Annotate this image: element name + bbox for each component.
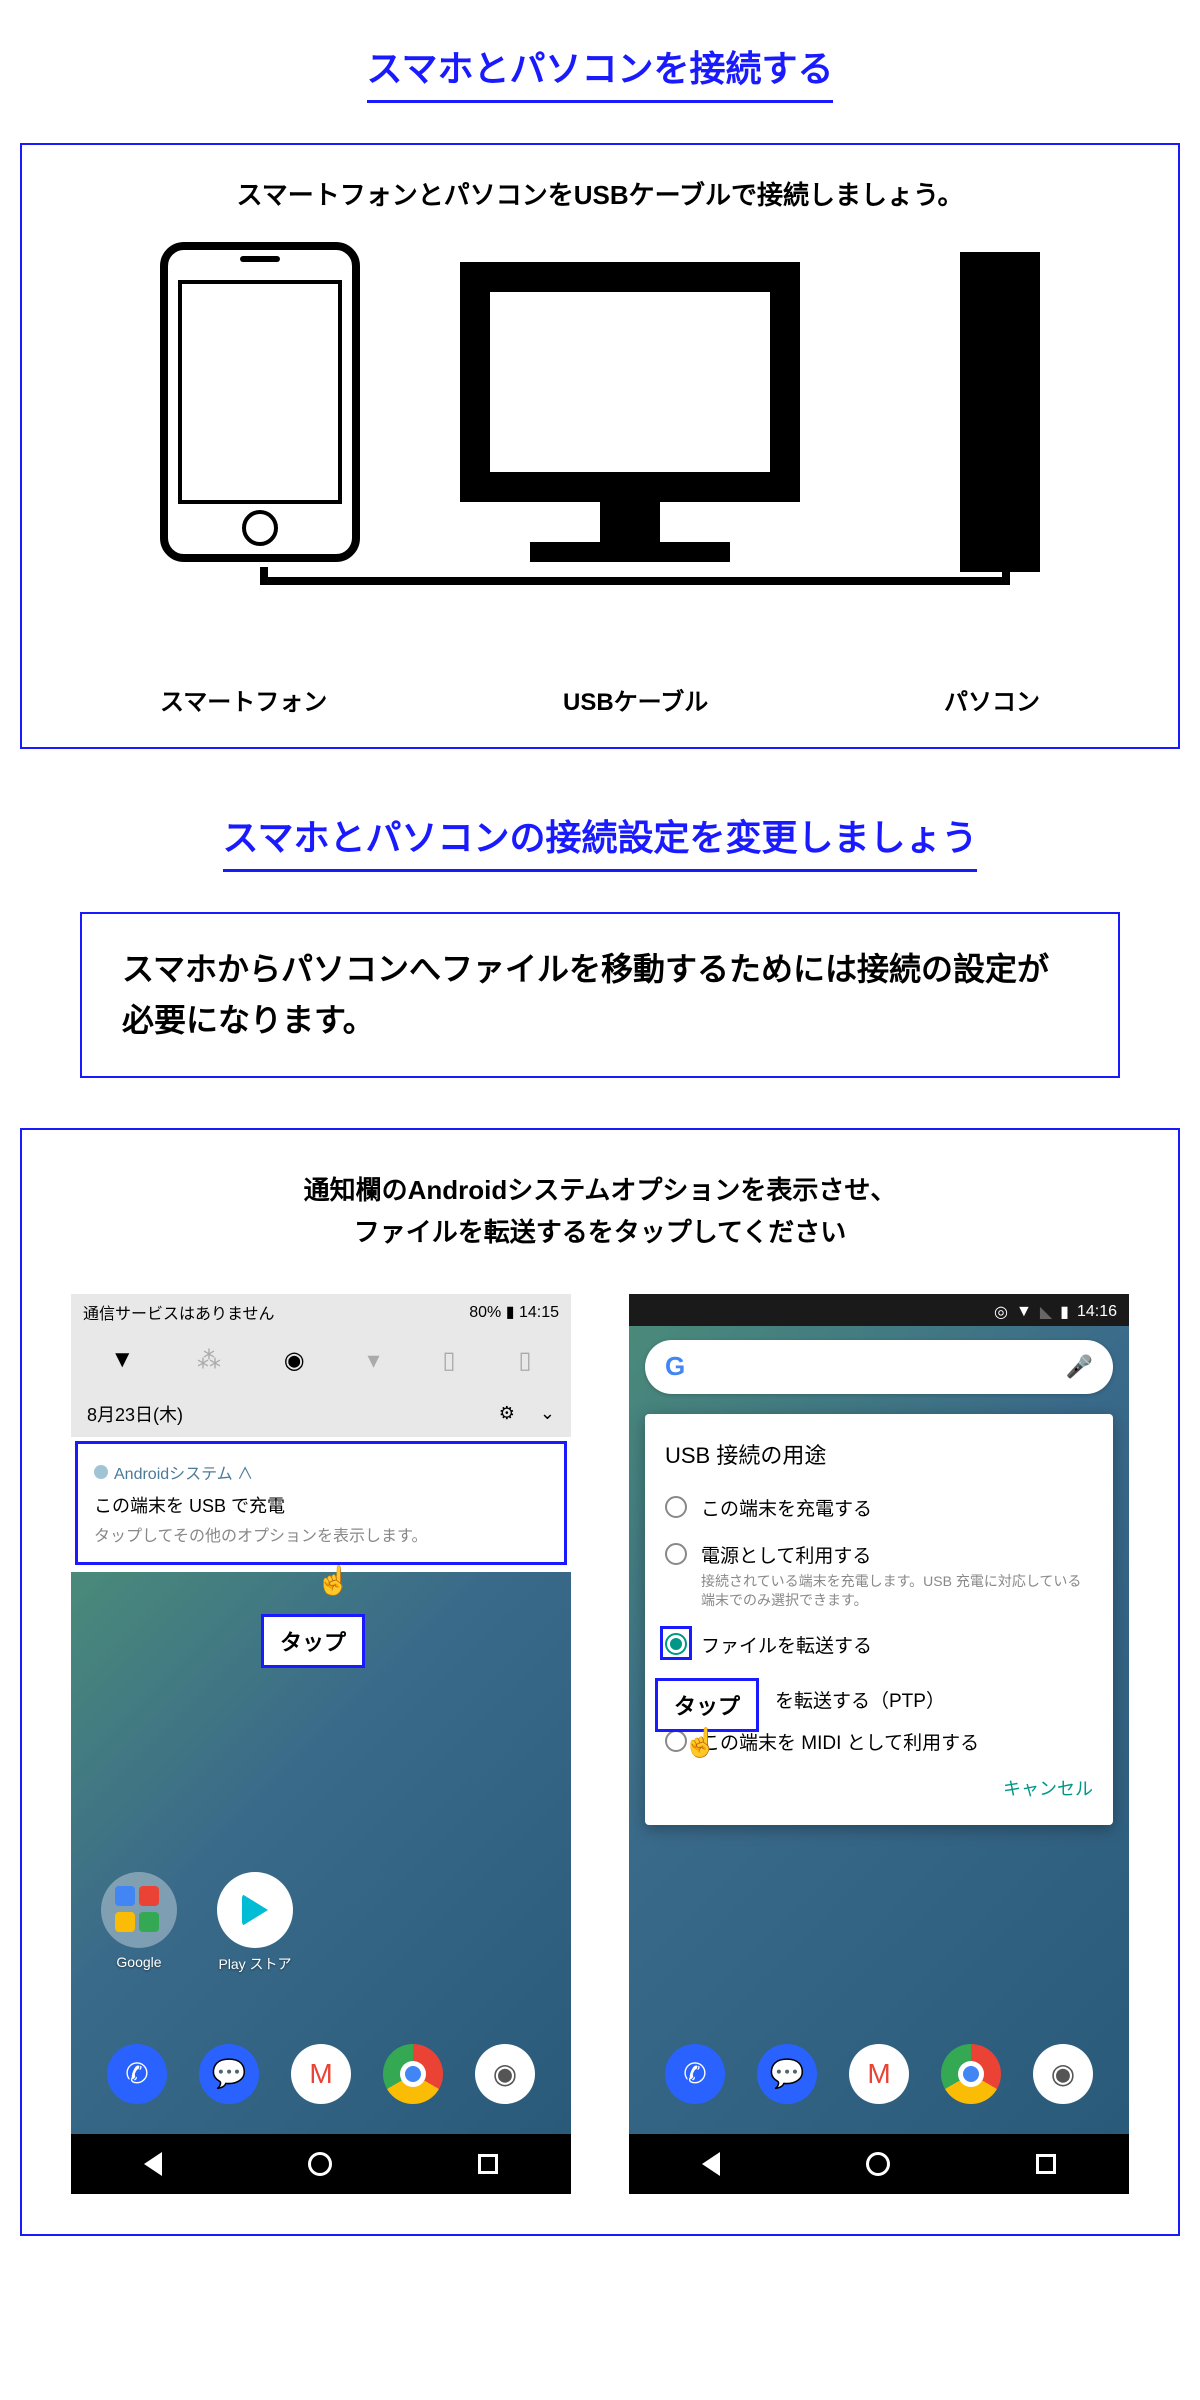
quick-settings[interactable]: ▼ ⁂ ◉ ▾ ▯ ▯ bbox=[71, 1330, 571, 1391]
battery-saver-icon[interactable]: ▯ bbox=[518, 1346, 531, 1375]
flashlight-icon[interactable]: ▾ bbox=[368, 1346, 380, 1375]
signal-icon: ◣ bbox=[1040, 1302, 1052, 1322]
radio-power-supply[interactable]: 電源として利用する 接続されている端末を充電します。USB 充電に対応している端… bbox=[665, 1541, 1093, 1611]
recents-button[interactable] bbox=[478, 2154, 498, 2174]
status-bar: 通信サービスはありません 80% ▮ 14:15 bbox=[71, 1294, 571, 1330]
notification-subtitle: タップしてその他のオプションを表示します。 bbox=[94, 1522, 548, 1546]
camera-app-icon-2[interactable]: ◉ bbox=[1033, 2044, 1093, 2104]
cursor-icon: ☝ bbox=[316, 1564, 351, 1597]
chrome-app-icon[interactable] bbox=[383, 2044, 443, 2104]
radio-file-transfer[interactable]: ファイルを転送する bbox=[665, 1631, 1093, 1658]
google-search-bar[interactable]: G 🎤 bbox=[645, 1340, 1113, 1394]
google-logo: G bbox=[665, 1351, 685, 1382]
android-icon bbox=[94, 1465, 108, 1479]
wifi-status-icon: ▼ bbox=[1016, 1303, 1032, 1321]
play-store-icon[interactable] bbox=[217, 1872, 293, 1948]
phone-screenshot-2: ◎ ▼ ◣ ▮ 14:16 G 🎤 USB 接続の用途 この端末を充電する bbox=[629, 1294, 1129, 2194]
phones-box: 通知欄のAndroidシステムオプションを表示させ、 ファイルを転送するをタップ… bbox=[20, 1128, 1180, 2235]
section1-box: スマートフォンとパソコンをUSBケーブルで接続しましょう。 スマートフォン US… bbox=[20, 143, 1180, 749]
notification-app-name: Androidシステム ∧ bbox=[94, 1460, 548, 1484]
label-smartphone: スマートフォン bbox=[160, 682, 327, 717]
dialog-title: USB 接続の用途 bbox=[665, 1438, 1093, 1470]
date-text: 8月23日(木) bbox=[87, 1401, 183, 1427]
wifi-icon[interactable]: ▼ bbox=[110, 1346, 134, 1374]
phone-screenshot-1: 通信サービスはありません 80% ▮ 14:15 ▼ ⁂ ◉ ▾ ▯ ▯ 8月2… bbox=[71, 1294, 571, 2194]
section2-subtitle: スマホからパソコンへファイルを移動するためには接続の設定が必要になります。 bbox=[80, 912, 1120, 1078]
sync-icon: ◎ bbox=[994, 1302, 1008, 1322]
label-cable: USBケーブル bbox=[563, 682, 708, 717]
bluetooth-icon[interactable]: ⁂ bbox=[197, 1346, 221, 1375]
pc-tower-icon bbox=[960, 252, 1040, 572]
cursor-icon-2: ☝ bbox=[683, 1726, 718, 1759]
camera-app-icon[interactable]: ◉ bbox=[475, 2044, 535, 2104]
notification-title: この端末を USB で充電 bbox=[94, 1492, 548, 1518]
gmail-app-icon-2[interactable]: M bbox=[849, 2044, 909, 2104]
messages-app-icon[interactable]: 💬 bbox=[199, 2044, 259, 2104]
tap-callout-2: タップ bbox=[655, 1678, 759, 1732]
rotation-icon[interactable]: ▯ bbox=[442, 1346, 455, 1375]
section1-intro: スマートフォンとパソコンをUSBケーブルで接続しましょう。 bbox=[52, 175, 1148, 212]
cancel-button[interactable]: キャンセル bbox=[665, 1775, 1093, 1801]
home-button-2[interactable] bbox=[866, 2152, 890, 2176]
instruction-text: 通知欄のAndroidシステムオプションを表示させ、 ファイルを転送するをタップ… bbox=[62, 1170, 1138, 1253]
carrier-text: 通信サービスはありません bbox=[83, 1300, 275, 1324]
radio-midi[interactable]: この端末を MIDI として利用する bbox=[665, 1728, 1093, 1755]
chrome-app-icon-2[interactable] bbox=[941, 2044, 1001, 2104]
connection-diagram bbox=[100, 242, 1100, 682]
android-system-notification[interactable]: Androidシステム ∧ この端末を USB で充電 タップしてその他のオプシ… bbox=[78, 1444, 564, 1562]
radio-ptp[interactable]: を転送する（PTP） bbox=[775, 1686, 945, 1713]
radio-highlight bbox=[660, 1626, 692, 1660]
usb-cable-icon bbox=[260, 577, 1010, 585]
home-folders: Google Play ストア bbox=[101, 1872, 293, 1974]
phone-app-icon[interactable]: ✆ bbox=[107, 2044, 167, 2104]
radio-charge[interactable]: この端末を充電する bbox=[665, 1494, 1093, 1521]
dnd-icon[interactable]: ◉ bbox=[284, 1346, 305, 1375]
monitor-icon bbox=[460, 262, 800, 572]
battery-status-icon: ▮ bbox=[1060, 1302, 1069, 1322]
status-bar-dark: ◎ ▼ ◣ ▮ 14:16 bbox=[629, 1294, 1129, 1330]
recents-button-2[interactable] bbox=[1036, 2154, 1056, 2174]
clock-2: 14:16 bbox=[1077, 1303, 1117, 1321]
notification-highlight: Androidシステム ∧ この端末を USB で充電 タップしてその他のオプシ… bbox=[75, 1441, 567, 1565]
back-button[interactable] bbox=[144, 2152, 162, 2176]
dock: ✆ 💬 M ◉ bbox=[71, 2034, 571, 2114]
clock: 14:15 bbox=[519, 1304, 559, 1321]
battery-icon: ▮ bbox=[506, 1304, 515, 1321]
tap-callout-1: タップ bbox=[261, 1614, 365, 1668]
smartphone-icon bbox=[160, 242, 360, 562]
battery-percent: 80% bbox=[469, 1304, 501, 1321]
section2-title: スマホとパソコンの接続設定を変更しましょう bbox=[223, 809, 978, 872]
dock-2: ✆ 💬 M ◉ bbox=[629, 2034, 1129, 2114]
gmail-app-icon[interactable]: M bbox=[291, 2044, 351, 2104]
back-button-2[interactable] bbox=[702, 2152, 720, 2176]
home-button[interactable] bbox=[308, 2152, 332, 2176]
nav-bar-2 bbox=[629, 2134, 1129, 2194]
settings-gear-icon[interactable]: ⚙ bbox=[499, 1403, 515, 1423]
radio-power-desc: 接続されている端末を充電します。USB 充電に対応している端末でのみ選択できます… bbox=[701, 1572, 1093, 1611]
mic-icon[interactable]: 🎤 bbox=[1066, 1354, 1093, 1380]
section1-title: スマホとパソコンを接続する bbox=[367, 40, 834, 103]
phone-app-icon-2[interactable]: ✆ bbox=[665, 2044, 725, 2104]
label-pc: パソコン bbox=[944, 682, 1040, 717]
expand-icon[interactable]: ⌄ bbox=[540, 1403, 555, 1423]
usb-dialog: USB 接続の用途 この端末を充電する 電源として利用する 接続されている端末を… bbox=[645, 1414, 1113, 1825]
nav-bar bbox=[71, 2134, 571, 2194]
google-folder[interactable] bbox=[101, 1872, 177, 1948]
messages-app-icon-2[interactable]: 💬 bbox=[757, 2044, 817, 2104]
